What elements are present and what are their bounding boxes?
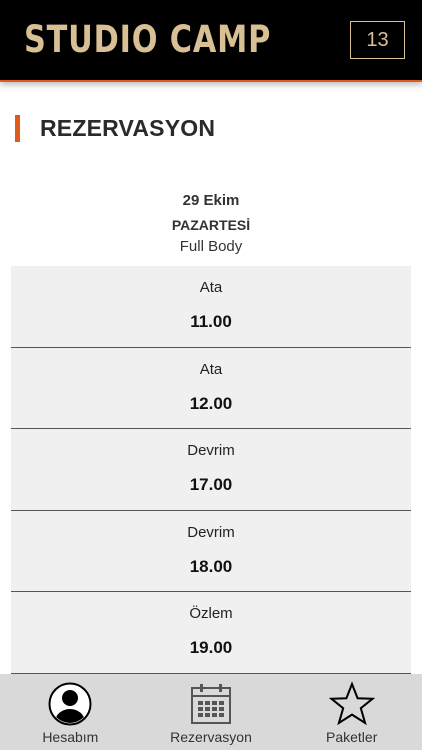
slot-trainer: Özlem (189, 605, 233, 622)
user-icon (48, 682, 92, 726)
bottom-tab-bar: Hesabım Rezervasyon Paketler (0, 674, 422, 750)
time-slot-list: Ata 11.00 Ata 12.00 Devrim 17.00 Devrim … (11, 266, 411, 674)
slot-time: 18.00 (189, 556, 233, 576)
time-slot[interactable]: Devrim 18.00 (11, 510, 411, 592)
time-slot[interactable]: Devrim 17.00 (11, 429, 411, 511)
tab-rezervasyon[interactable]: Rezervasyon (141, 674, 282, 750)
tab-label: Hesabım (42, 729, 99, 745)
session-date: 29 Ekim (182, 192, 240, 209)
slot-time: 19.00 (189, 638, 233, 657)
time-slot[interactable]: Ata 11.00 (11, 266, 411, 348)
time-slot[interactable]: Ata 12.00 (11, 347, 411, 429)
star-icon (328, 681, 375, 726)
page-title: REZERVASYON (40, 114, 216, 141)
app-header: STUDIO CAMP 13 (0, 0, 422, 82)
tab-paketler[interactable]: Paketler (281, 674, 422, 750)
slot-trainer: Ata (199, 360, 223, 378)
session-info: 29 Ekim PAZARTESİ Full Body (0, 190, 422, 256)
page-title-section: REZERVASYON (15, 114, 215, 142)
app-screen: STUDIO CAMP 13 REZERVASYON 29 Ekim PAZAR… (0, 0, 422, 750)
session-class-name: Full Body (179, 238, 243, 255)
slot-time: 12.00 (189, 393, 233, 413)
brand-logo: STUDIO CAMP (24, 18, 272, 61)
tab-hesabim[interactable]: Hesabım (0, 674, 141, 750)
credit-counter-badge[interactable]: 13 (350, 21, 405, 59)
tab-label: Rezervasyon (170, 729, 252, 745)
time-slot[interactable]: Özlem 19.00 (11, 592, 411, 674)
slot-time: 17.00 (189, 475, 233, 494)
slot-trainer: Ata (199, 279, 223, 296)
slot-trainer: Devrim (187, 523, 235, 541)
slot-trainer: Devrim (187, 442, 235, 459)
session-day: PAZARTESİ (171, 217, 251, 233)
slot-time: 11.00 (190, 312, 232, 331)
title-accent-bar (15, 114, 20, 142)
tab-label: Paketler (326, 729, 378, 745)
calendar-icon (191, 684, 231, 724)
